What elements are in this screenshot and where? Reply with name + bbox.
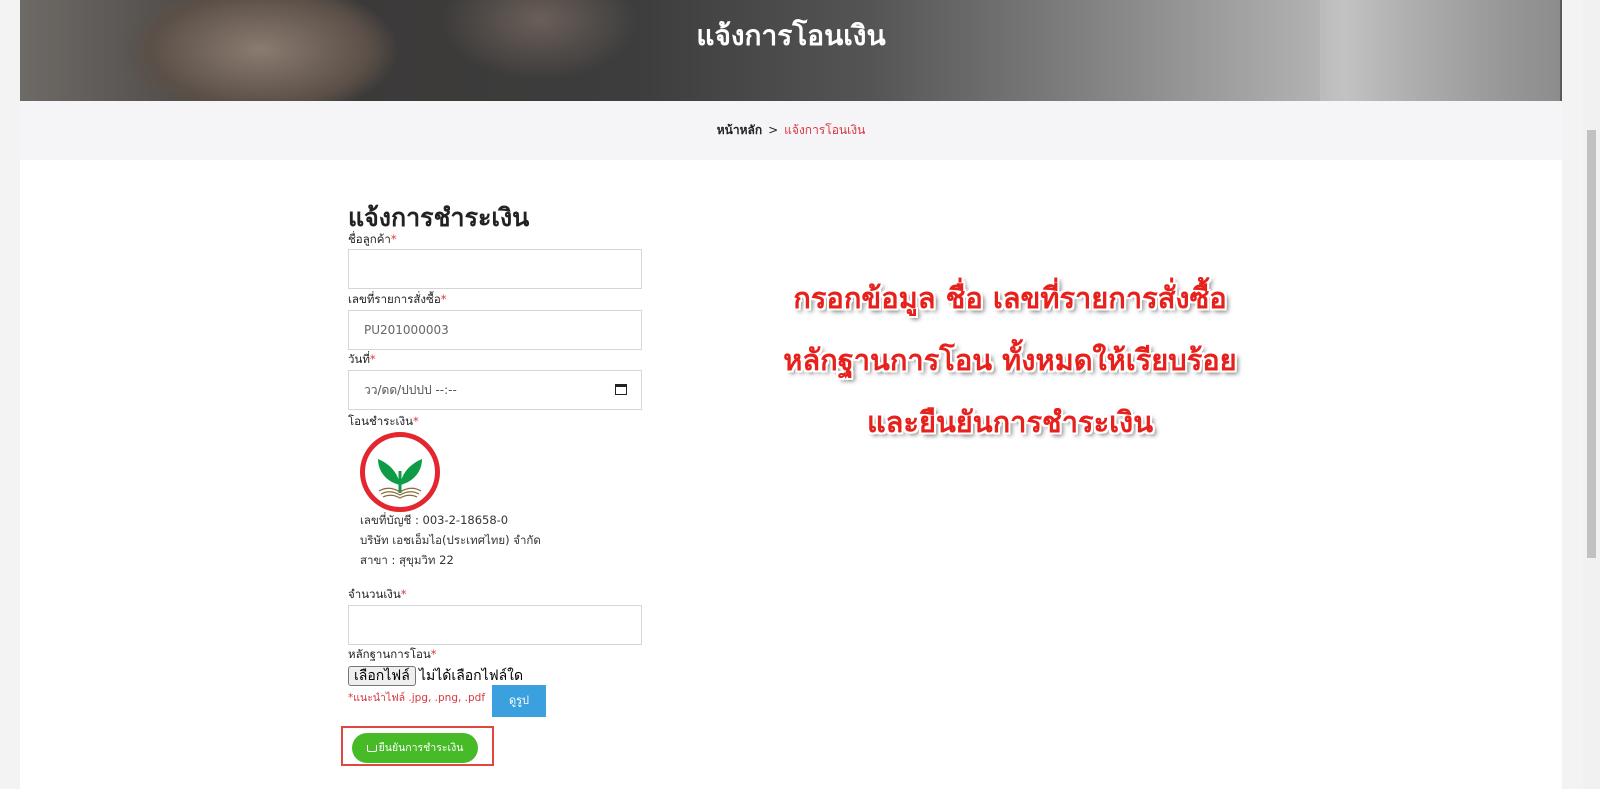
file-status-text: ไม่ได้เลือกไฟล์ใด [419, 668, 524, 684]
customer-name-label: ชื่อลูกค้า* [348, 231, 397, 249]
confirm-payment-label: ยืนยันการชำระเงิน [378, 742, 464, 754]
confirm-payment-button[interactable]: ยืนยันการชำระเงิน [352, 733, 478, 763]
required-mark: * [400, 587, 407, 601]
breadcrumb-home-link[interactable]: หน้าหลัก [717, 123, 762, 137]
date-label-text: วันที่ [348, 352, 370, 366]
required-mark: * [440, 292, 447, 306]
bank-company-name: บริษัท เอชเอ็มไอ(ประเทศไทย) จำกัด [360, 533, 541, 547]
date-placeholder: วว/ดด/ปปปป --:-- [364, 383, 457, 397]
transfer-label-text: โอนชำระเงิน [348, 414, 413, 428]
amount-input[interactable] [348, 605, 642, 645]
amount-label-text: จำนวนเงิน [348, 587, 401, 601]
page-scrollbar[interactable] [1583, 0, 1600, 789]
customer-name-input[interactable] [348, 249, 642, 289]
order-number-label: เลขที่รายการสั่งซื้อ* [348, 291, 447, 309]
transfer-label: โอนชำระเงิน* [348, 413, 419, 431]
calendar-icon[interactable] [615, 384, 627, 395]
breadcrumb-separator: > [768, 123, 779, 137]
date-label: วันที่* [348, 351, 376, 369]
view-image-button[interactable]: ดูรูป [492, 685, 546, 717]
required-mark: * [390, 232, 397, 246]
instruction-line: และยืนยันการชำระเงิน [866, 405, 1154, 439]
customer-name-label-text: ชื่อลูกค้า [348, 232, 391, 246]
page: แจ้งการโอนเงิน หน้าหลัก > แจ้งการโอนเงิน แ… [20, 0, 1562, 789]
page-banner: แจ้งการโอนเงิน [20, 0, 1562, 101]
required-mark: * [430, 647, 437, 661]
instruction-line: กรอกข้อมูล ชื่อ เลขที่รายการสั่งซื้อ [793, 281, 1227, 315]
required-mark: * [369, 352, 376, 366]
kasikorn-bank-logo-icon [360, 432, 440, 512]
evidence-label: หลักฐานการโอน* [348, 646, 437, 664]
instruction-line: หลักฐานการโอน ทั้งหมดให้เรียบร้อย [783, 343, 1237, 377]
breadcrumb: หน้าหลัก > แจ้งการโอนเงิน [20, 101, 1562, 160]
breadcrumb-current: แจ้งการโอนเงิน [784, 123, 866, 137]
required-mark: * [412, 414, 419, 428]
date-input[interactable]: วว/ดด/ปปปป --:-- [348, 370, 642, 410]
bank-branch: สาขา : สุขุมวิท 22 [360, 553, 454, 567]
order-number-input[interactable]: PU201000003 [348, 310, 642, 350]
scrollbar-thumb[interactable] [1587, 130, 1596, 558]
file-type-hint: *แนะนำไฟล์ .jpg, .png, .pdf [348, 692, 486, 704]
cart-icon [366, 745, 377, 752]
bank-account-number: เลขที่บัญชี : 003-2-18658-0 [360, 513, 509, 527]
evidence-label-text: หลักฐานการโอน [348, 647, 431, 661]
choose-file-button[interactable]: เลือกไฟล์ [348, 666, 416, 686]
amount-label: จำนวนเงิน* [348, 586, 407, 604]
page-title: แจ้งการโอนเงิน [696, 19, 886, 52]
order-number-label-text: เลขที่รายการสั่งซื้อ [348, 292, 441, 306]
